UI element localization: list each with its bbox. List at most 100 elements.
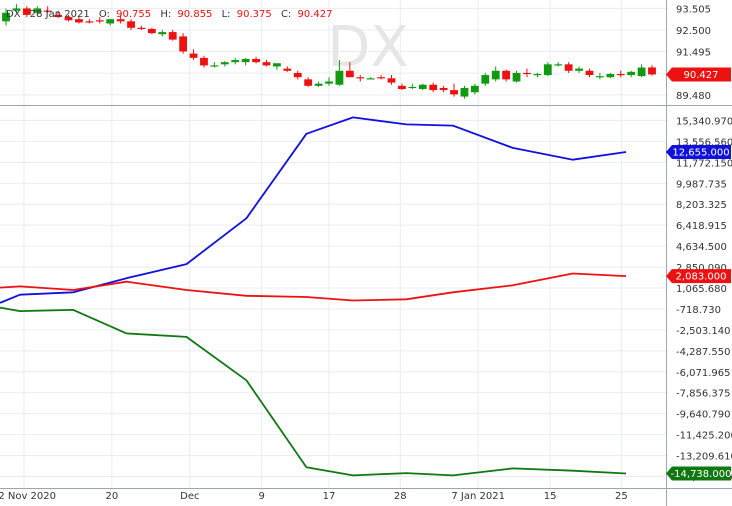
candle-body [272, 63, 281, 67]
x-tick-label: 20 [106, 491, 119, 502]
header-open-value: 90.755 [116, 9, 151, 20]
x-tick-label: 12 Nov 2020 [0, 491, 56, 502]
chart-canvas: DX 93.50592.50091.49590.49089.480 15,340… [0, 0, 732, 506]
header-low-label: L: [222, 9, 231, 20]
indicator-tick-label: -11,425.200 [676, 431, 732, 442]
candle-body [210, 65, 219, 67]
x-tick-label: 9 [259, 491, 265, 502]
indicator-last-label-1-text: 2,083.000 [676, 272, 727, 283]
candle-body [554, 64, 563, 66]
candle-body [325, 81, 333, 84]
indicator-tick-label: -718.730 [676, 305, 721, 316]
candle-body [398, 85, 406, 90]
candle-body [460, 87, 469, 97]
x-tick-label: 15 [544, 491, 557, 502]
candle-body [585, 70, 594, 76]
indicator-tick-label: 15,340.970 [676, 116, 732, 127]
candle-body [241, 58, 250, 63]
candle-body [366, 78, 375, 80]
candle-body [85, 21, 94, 23]
candle-body [356, 77, 365, 79]
indicator-tick-label: -2,503.140 [676, 326, 731, 337]
candle-body [418, 84, 427, 90]
header-high-label: H: [160, 9, 171, 20]
candle-body [616, 73, 625, 76]
header-symbol: DX [6, 9, 21, 20]
candle-body [575, 68, 583, 71]
price-last-label: 90.427 [666, 67, 731, 82]
candle-body [137, 27, 146, 29]
indicator-last-label-1: 2,083.000 [666, 269, 731, 284]
ohlc-header: DX 28 Jan 2021 O: 90.755 H: 90.855 L: 90… [6, 9, 332, 20]
bottom-panel [0, 106, 666, 488]
price-last-label-text: 90.427 [684, 70, 719, 81]
candle-body [262, 62, 271, 66]
candle-body [523, 72, 531, 75]
header-open-label: O: [99, 9, 110, 20]
candle-body [502, 70, 511, 80]
candle-body [189, 53, 198, 58]
candle-body [533, 73, 542, 76]
candle-body [147, 28, 156, 34]
price-tick-label: 92.500 [676, 26, 711, 37]
candle-body [179, 36, 188, 52]
indicator-tick-label: 6,418.915 [676, 221, 727, 232]
candle-body [304, 79, 313, 86]
indicator-last-label-0: 12,655.000 [666, 144, 731, 159]
x-tick-label: 25 [615, 491, 628, 502]
candle-body [408, 86, 417, 89]
candle-body [293, 72, 302, 78]
price-tick-label: 93.505 [676, 4, 711, 15]
x-tick-label: 17 [323, 491, 336, 502]
candle-body [450, 90, 458, 95]
candle-body [648, 67, 656, 75]
candle-body [220, 62, 229, 65]
candle-body [595, 76, 604, 78]
header-close-value: 90.427 [297, 9, 332, 20]
indicator-last-label-0-text: 12,655.000 [672, 147, 729, 158]
header-close-label: C: [281, 9, 291, 20]
candle-body [127, 21, 135, 28]
x-tick-label: Dec [180, 491, 199, 502]
indicator-tick-label: 1,065.680 [676, 284, 727, 295]
candle-body [95, 20, 104, 22]
price-axis[interactable]: 93.50592.50091.49590.49089.480 [676, 4, 711, 101]
candle-body [345, 70, 354, 78]
candle-body [564, 64, 573, 71]
candle-body [158, 32, 167, 35]
x-tick-label: 7 Jan 2021 [451, 491, 505, 502]
candle-body [491, 70, 500, 80]
candle-body [200, 57, 208, 66]
candle-body [481, 75, 490, 84]
time-axis[interactable]: 12 Nov 2020 20 Dec 9 17 28 7 Jan 2021 15 25 [0, 491, 628, 502]
candle-body [231, 60, 240, 63]
header-date: 28 Jan 2021 [30, 9, 90, 20]
indicator-tick-label: 8,203.325 [676, 200, 727, 211]
candle-body [314, 83, 323, 86]
candle-body [168, 32, 177, 40]
indicator-axis[interactable]: 15,340.97013,556.56011,772.1509,987.7358… [676, 116, 732, 483]
indicator-last-label-2: -14,738.000 [666, 466, 732, 481]
candle-body [252, 58, 260, 63]
candle-body [470, 85, 479, 93]
candle-body [543, 64, 552, 76]
candle-body [283, 68, 292, 71]
price-tick-label: 91.495 [676, 48, 711, 59]
indicator-tick-label: 11,772.150 [676, 158, 732, 169]
indicator-last-label-2-text: -14,738.000 [671, 469, 732, 480]
candle-body [335, 70, 344, 85]
candle-body [627, 71, 636, 76]
candle-body [377, 77, 386, 79]
indicator-tick-label: 4,634.500 [676, 242, 727, 253]
x-tick-label: 28 [394, 491, 407, 502]
candle-body [606, 73, 615, 78]
candle-body [387, 78, 396, 83]
candle-body [637, 67, 646, 77]
price-tick-label: 89.480 [676, 91, 711, 102]
candle-body [512, 72, 521, 82]
indicator-tick-label: -4,287.550 [676, 347, 731, 358]
indicator-tick-label: -9,640.790 [676, 410, 731, 421]
indicator-tick-label: -7,856.375 [676, 389, 731, 400]
header-low-value: 90.375 [237, 9, 272, 20]
candle-body [439, 87, 448, 91]
